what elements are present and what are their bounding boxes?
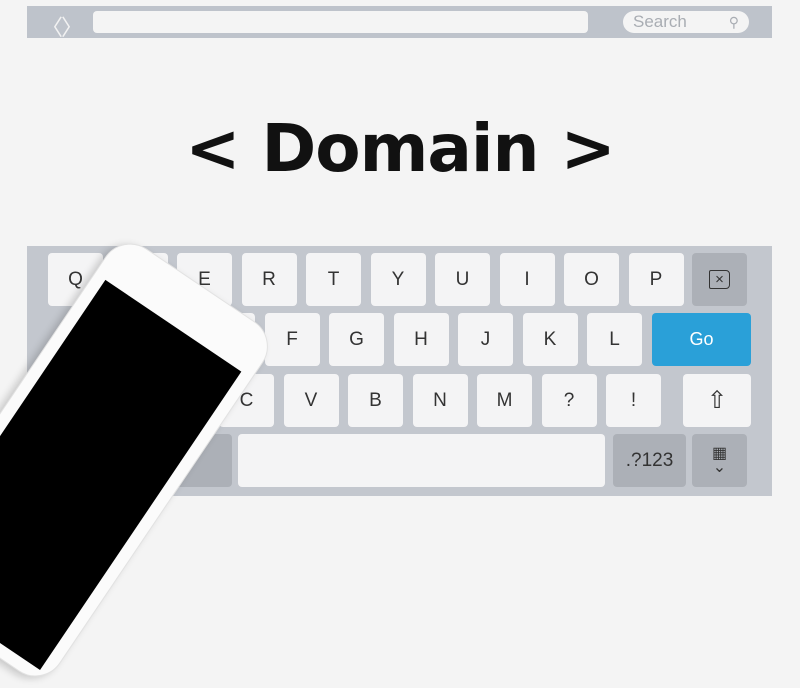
- address-bar[interactable]: [93, 11, 588, 33]
- key-b[interactable]: B: [348, 374, 403, 427]
- key-u[interactable]: U: [435, 253, 490, 306]
- key-v[interactable]: V: [283, 374, 339, 427]
- magnifier-icon: ⚲: [728, 14, 739, 30]
- keyboard-hide-icon: ▦ ⌄: [711, 444, 728, 476]
- shift-key[interactable]: ⇧: [683, 374, 751, 427]
- key-g[interactable]: G: [329, 313, 384, 366]
- browser-toolbar: 〈 〉 Search ⚲: [27, 6, 772, 41]
- key-r[interactable]: R: [241, 253, 297, 306]
- shift-arrow-icon: ⇧: [706, 387, 728, 414]
- hide-keyboard-key[interactable]: ▦ ⌄: [692, 434, 747, 487]
- search-field[interactable]: Search ⚲: [623, 11, 749, 33]
- key-h[interactable]: H: [393, 313, 449, 366]
- space-key[interactable]: [238, 434, 605, 487]
- headline: < Domain >: [185, 110, 616, 187]
- key-o[interactable]: O: [564, 253, 619, 306]
- back-button[interactable]: 〈: [41, 10, 63, 42]
- key-y[interactable]: Y: [370, 253, 426, 306]
- key-m[interactable]: M: [477, 374, 532, 427]
- backspace-key[interactable]: ×: [692, 253, 747, 306]
- key-i[interactable]: I: [499, 253, 555, 306]
- key-t[interactable]: T: [306, 253, 361, 306]
- backspace-icon: ×: [709, 270, 730, 289]
- key-f[interactable]: F: [264, 313, 320, 366]
- numbers-key[interactable]: .?123: [613, 434, 686, 487]
- forward-button[interactable]: 〉: [61, 10, 83, 42]
- key-l[interactable]: L: [587, 313, 642, 366]
- search-placeholder: Search: [633, 12, 687, 31]
- key-n[interactable]: N: [412, 374, 468, 427]
- key-k[interactable]: K: [522, 313, 578, 366]
- key-j[interactable]: J: [458, 313, 513, 366]
- go-key[interactable]: Go: [652, 313, 751, 366]
- key-question[interactable]: ?: [541, 374, 597, 427]
- key-exclaim[interactable]: !: [606, 374, 661, 427]
- key-p[interactable]: P: [628, 253, 684, 306]
